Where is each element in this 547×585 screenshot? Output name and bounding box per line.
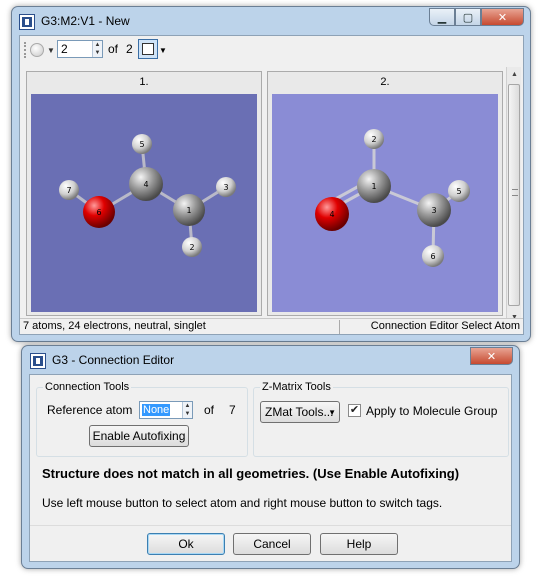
animate-ball-icon[interactable] xyxy=(30,43,44,57)
atom-label: 3 xyxy=(223,183,228,192)
geometry-toolbar: ▼ 2 ▲ ▼ of 2 ▼ xyxy=(22,39,222,63)
dialog-title-bar[interactable]: G3 - Connection Editor ✕ xyxy=(22,346,519,374)
atom-label: 3 xyxy=(431,206,436,215)
atom-label: 5 xyxy=(456,187,461,196)
geometry-panel-1: 1. 5 7 3 2 6 4 1 xyxy=(26,71,262,316)
zmatrix-tools-legend: Z-Matrix Tools xyxy=(260,381,333,393)
toolbar-grip-icon[interactable] xyxy=(24,42,27,58)
scroll-up-icon[interactable]: ▲ xyxy=(507,67,522,82)
mouse-hint: Use left mouse button to select atom and… xyxy=(42,496,443,510)
structure-warning: Structure does not match in all geometri… xyxy=(42,466,460,481)
molecule-canvas-2[interactable]: 2 5 6 4 1 3 xyxy=(272,94,498,312)
canvas-background xyxy=(272,94,498,312)
canvas-background xyxy=(31,94,257,312)
help-button[interactable]: Help xyxy=(320,533,398,555)
window-title: G3:M2:V1 - New xyxy=(41,14,130,28)
ok-button[interactable]: Ok xyxy=(147,533,225,555)
atom-label: 4 xyxy=(143,180,148,189)
geometry-total: 2 xyxy=(126,42,133,56)
gaussview-app-icon xyxy=(19,14,35,30)
of-label: of xyxy=(108,42,119,56)
title-bar[interactable]: G3:M2:V1 - New ▁ ▢ ✕ xyxy=(12,7,530,35)
status-molecule-info: 7 atoms, 24 electrons, neutral, singlet xyxy=(23,320,206,332)
chevron-down-icon[interactable]: ▼ xyxy=(159,46,167,55)
status-separator xyxy=(339,320,340,334)
atom-label: 6 xyxy=(96,208,101,217)
atom-label: 4 xyxy=(329,210,334,219)
reference-atom-label: Reference atom xyxy=(47,403,133,417)
dialog-title: G3 - Connection Editor xyxy=(52,353,175,367)
maximize-button[interactable]: ▢ xyxy=(455,8,481,26)
geometry-panel-2: 2. 2 5 6 4 1 3 xyxy=(267,71,503,316)
geometry-spinbox[interactable]: 2 ▲ ▼ xyxy=(57,40,103,58)
panel-label: 2. xyxy=(380,76,390,88)
of-label: of xyxy=(204,403,215,417)
zmat-tools-label: ZMat Tools... xyxy=(265,405,334,419)
chevron-down-icon: ▼ xyxy=(328,408,336,417)
apply-to-group-label[interactable]: Apply to Molecule Group xyxy=(366,404,497,418)
atom-label: 1 xyxy=(186,206,191,215)
gaussview-app-icon xyxy=(30,353,46,369)
dialog-close-button[interactable]: ✕ xyxy=(470,347,513,365)
atom-label: 1 xyxy=(371,182,376,191)
cancel-button[interactable]: Cancel xyxy=(233,533,311,555)
scroll-grip-icon xyxy=(512,189,518,196)
atom-label: 2 xyxy=(189,243,194,252)
minimize-button[interactable]: ▁ xyxy=(429,8,455,26)
connection-tools-legend: Connection Tools xyxy=(43,381,132,393)
dialog-client-area: Connection Tools Reference atom None ▲ ▼ … xyxy=(29,374,512,562)
atom-label: 6 xyxy=(430,252,435,261)
chevron-down-icon[interactable]: ▼ xyxy=(47,46,55,55)
status-mode: Connection Editor Select Atom xyxy=(370,320,520,332)
reference-atom-spinbox[interactable]: None ▲ ▼ xyxy=(139,401,193,419)
molecule-view-window: G3:M2:V1 - New ▁ ▢ ✕ ▼ 2 ▲ ▼ of 2 ▼ 1. 5… xyxy=(11,6,531,342)
enable-autofixing-button[interactable]: Enable Autofixing xyxy=(89,425,189,447)
zmat-tools-button[interactable]: ZMat Tools... ▼ xyxy=(260,401,340,423)
connection-tools-group: Connection Tools Reference atom None ▲ ▼ … xyxy=(36,381,248,457)
zmatrix-tools-group: Z-Matrix Tools ZMat Tools... ▼ ✔ Apply t… xyxy=(253,381,509,457)
vertical-scrollbar[interactable]: ▲ ▼ xyxy=(506,67,521,325)
spin-arrows-icon[interactable]: ▲ ▼ xyxy=(182,402,192,418)
main-client-area: ▼ 2 ▲ ▼ of 2 ▼ 1. 5 7 3 2 6 4 1 2. 2 5 6… xyxy=(19,35,524,335)
close-button[interactable]: ✕ xyxy=(481,8,524,26)
geometry-view-button[interactable] xyxy=(138,39,158,59)
apply-to-group-checkbox[interactable]: ✔ xyxy=(348,404,361,417)
atom-label: 5 xyxy=(139,140,144,149)
atom-total: 7 xyxy=(229,403,236,417)
geometry-spinbox-value[interactable]: 2 xyxy=(61,42,68,56)
spin-arrows-icon[interactable]: ▲ ▼ xyxy=(92,41,102,57)
atom-label: 2 xyxy=(371,135,376,144)
geometry-window-icon xyxy=(142,43,154,55)
geometry-view-area: 1. 5 7 3 2 6 4 1 2. 2 5 6 4 1 3 xyxy=(22,67,506,324)
status-bar: 7 atoms, 24 electrons, neutral, singlet … xyxy=(20,318,523,334)
dialog-button-bar: Ok Cancel Help xyxy=(30,525,511,561)
reference-atom-value[interactable]: None xyxy=(142,404,171,416)
molecule-canvas-1[interactable]: 5 7 3 2 6 4 1 xyxy=(31,94,257,312)
scroll-thumb[interactable] xyxy=(508,84,520,306)
atom-label: 7 xyxy=(66,186,71,195)
panel-label: 1. xyxy=(139,76,149,88)
connection-editor-dialog: G3 - Connection Editor ✕ Connection Tool… xyxy=(21,345,520,569)
